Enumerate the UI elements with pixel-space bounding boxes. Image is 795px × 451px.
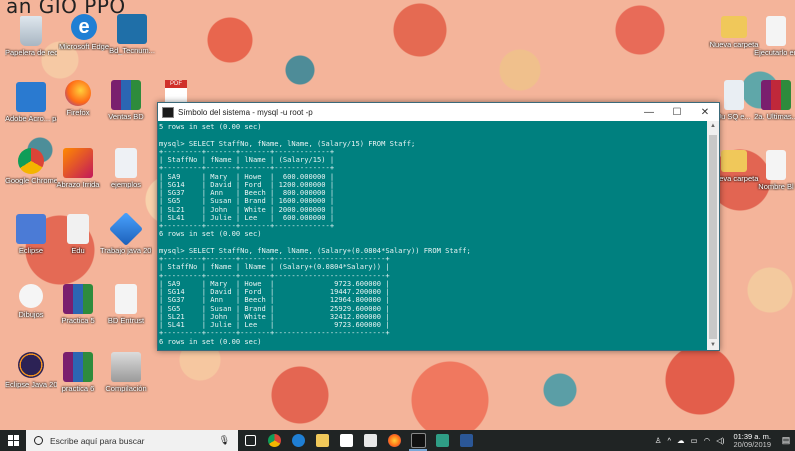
task-view-icon <box>244 435 256 446</box>
desktop-icon-ventas-bd[interactable]: Ventas BD <box>100 80 152 121</box>
system-tray: ♙ ^ ☁ ▭ ◠ ◁) 01:39 a. m. 20/09/2019 ▤ <box>652 430 795 451</box>
battery-icon[interactable]: ▭ <box>691 436 698 445</box>
cloud-icon[interactable]: ☁ <box>677 436 685 445</box>
chrome-icon <box>18 148 44 174</box>
taskbar-explorer[interactable] <box>310 430 334 451</box>
desktop-icon-recycle-bin[interactable]: Papelera de reciclaje <box>5 16 57 57</box>
console-line: 5 rows in set (0.00 sec) <box>159 122 262 131</box>
edge-icon <box>291 434 305 447</box>
document-icon <box>766 16 786 46</box>
maximize-button[interactable]: ☐ <box>663 103 691 121</box>
folder-icon <box>721 150 747 172</box>
cortana-icon <box>34 436 43 445</box>
recycle-bin-icon <box>20 16 42 46</box>
desktop-icon-eclipse[interactable]: Eclipse <box>5 214 57 255</box>
command-prompt-window[interactable]: Símbolo del sistema - mysql -u root -p —… <box>157 102 720 351</box>
close-button[interactable]: ✕ <box>691 103 719 121</box>
desktop-icon-edu[interactable]: Edu <box>52 214 104 255</box>
desktop-icon-bd-entrust[interactable]: BD Entrust <box>100 284 152 325</box>
task-view-button[interactable] <box>238 430 262 451</box>
document-icon <box>766 150 786 180</box>
windows-logo-icon <box>7 435 19 446</box>
cmd-icon <box>410 433 426 448</box>
desktop-icon-compilacion[interactable]: Compilación <box>100 352 152 393</box>
desktop-icon-eclipse-java[interactable]: Eclipse Java 2019-06 <box>5 352 57 389</box>
clock-date: 20/09/2019 <box>733 439 771 449</box>
winrar-archive-icon <box>63 352 93 382</box>
mail-icon <box>363 434 377 447</box>
console-line: 6 rows in set (0.00 sec) <box>159 229 262 239</box>
minimize-button[interactable]: — <box>635 103 663 121</box>
eclipse-icon <box>18 352 44 378</box>
scrollbar-thumb[interactable] <box>709 135 717 339</box>
window-titlebar[interactable]: Símbolo del sistema - mysql -u root -p —… <box>158 103 719 121</box>
desktop-icon-nombre-bl[interactable]: Nombre Bl <box>750 150 795 191</box>
windows-logo-icon <box>16 82 46 112</box>
search-placeholder: Escribe aquí para buscar <box>50 435 145 446</box>
paint-icon <box>19 284 43 308</box>
file-icon <box>67 214 89 244</box>
taskbar-firefox[interactable] <box>382 430 406 451</box>
volume-icon[interactable]: ◁) <box>716 436 724 445</box>
folder-icon <box>721 16 747 38</box>
vertical-scrollbar[interactable]: ▲ ▼ <box>707 121 719 350</box>
word-icon <box>459 434 473 447</box>
desktop-icon-practica5[interactable]: Practica 5 <box>52 284 104 325</box>
winrar-archive-icon <box>63 284 93 314</box>
shortcut-icon <box>117 14 147 44</box>
desktop-icon-ejecutarlo[interactable]: Ejecutarlo en <box>750 16 795 57</box>
desktop-icon-firefox[interactable]: Firefox <box>52 80 104 117</box>
taskbar-word[interactable] <box>454 430 478 451</box>
chevron-up-icon[interactable]: ^ <box>668 436 672 445</box>
drive-icon <box>111 352 141 382</box>
desktop-icon-trabajo-java[interactable]: Trabajo java 2019 <box>100 212 152 255</box>
scroll-down-arrow-icon[interactable]: ▼ <box>707 340 719 350</box>
clock[interactable]: 01:39 a. m. 20/09/2019 <box>733 432 771 449</box>
firefox-icon <box>387 434 401 447</box>
taskbar-cmd[interactable] <box>406 430 430 451</box>
microphone-icon[interactable]: 🎙 <box>219 435 230 446</box>
desktop-icon-ejemplos[interactable]: ejemplos <box>100 148 152 189</box>
document-icon <box>115 284 137 314</box>
taskbar-mail[interactable] <box>358 430 382 451</box>
desktop-icon-dibujos[interactable]: Dibujos <box>5 284 57 319</box>
winrar-archive-icon <box>111 80 141 110</box>
taskbar-app[interactable] <box>430 430 454 451</box>
people-icon[interactable]: ♙ <box>655 436 662 445</box>
app-icon <box>435 434 449 447</box>
console-output[interactable]: 5 rows in set (0.00 sec) mysql> SELECT S… <box>158 121 707 350</box>
taskbar-chrome[interactable] <box>262 430 286 451</box>
app-icon <box>16 214 46 244</box>
desktop-icon-bd-tecnum[interactable]: Bd_Tecnum... <box>106 14 158 55</box>
firefox-icon <box>65 80 91 106</box>
desktop-icon-ultimas[interactable]: 2a. Ultimas... <box>750 80 795 121</box>
desktop-icon-abrazo[interactable]: Abrazo Irrida <box>52 148 104 189</box>
window-title: Símbolo del sistema - mysql -u root -p <box>178 107 313 117</box>
console-line: 6 rows in set (0.00 sec) <box>159 336 262 346</box>
cube-icon <box>109 212 143 246</box>
folder-icon <box>315 434 329 447</box>
desktop-icon-edge[interactable]: e Microsoft Edge <box>58 14 110 51</box>
document-icon <box>115 148 137 178</box>
cmd-app-icon <box>162 106 174 118</box>
wifi-icon[interactable]: ◠ <box>704 436 711 445</box>
notifications-icon[interactable]: ▤ <box>777 435 795 446</box>
chrome-icon <box>267 434 281 447</box>
taskbar-edge[interactable] <box>286 430 310 451</box>
desktop-icon-practica6[interactable]: practica 6 <box>52 352 104 393</box>
start-button[interactable] <box>0 430 26 451</box>
scroll-up-arrow-icon[interactable]: ▲ <box>707 121 719 131</box>
edge-icon: e <box>71 14 97 40</box>
desktop-icon-acrobat[interactable]: Adobe Acro... para el acc... <box>5 82 57 123</box>
taskbar: Escribe aquí para buscar 🎙 ♙ ^ ☁ ▭ ◠ ◁) … <box>0 430 795 451</box>
office-doc-icon <box>63 148 93 178</box>
desktop-icon-chrome[interactable]: Google Chrome <box>5 148 57 185</box>
store-icon <box>339 434 353 447</box>
taskbar-store[interactable] <box>334 430 358 451</box>
file-icon <box>724 80 744 110</box>
winrar-archive-icon <box>761 80 791 110</box>
taskbar-search-box[interactable]: Escribe aquí para buscar 🎙 <box>26 430 238 451</box>
